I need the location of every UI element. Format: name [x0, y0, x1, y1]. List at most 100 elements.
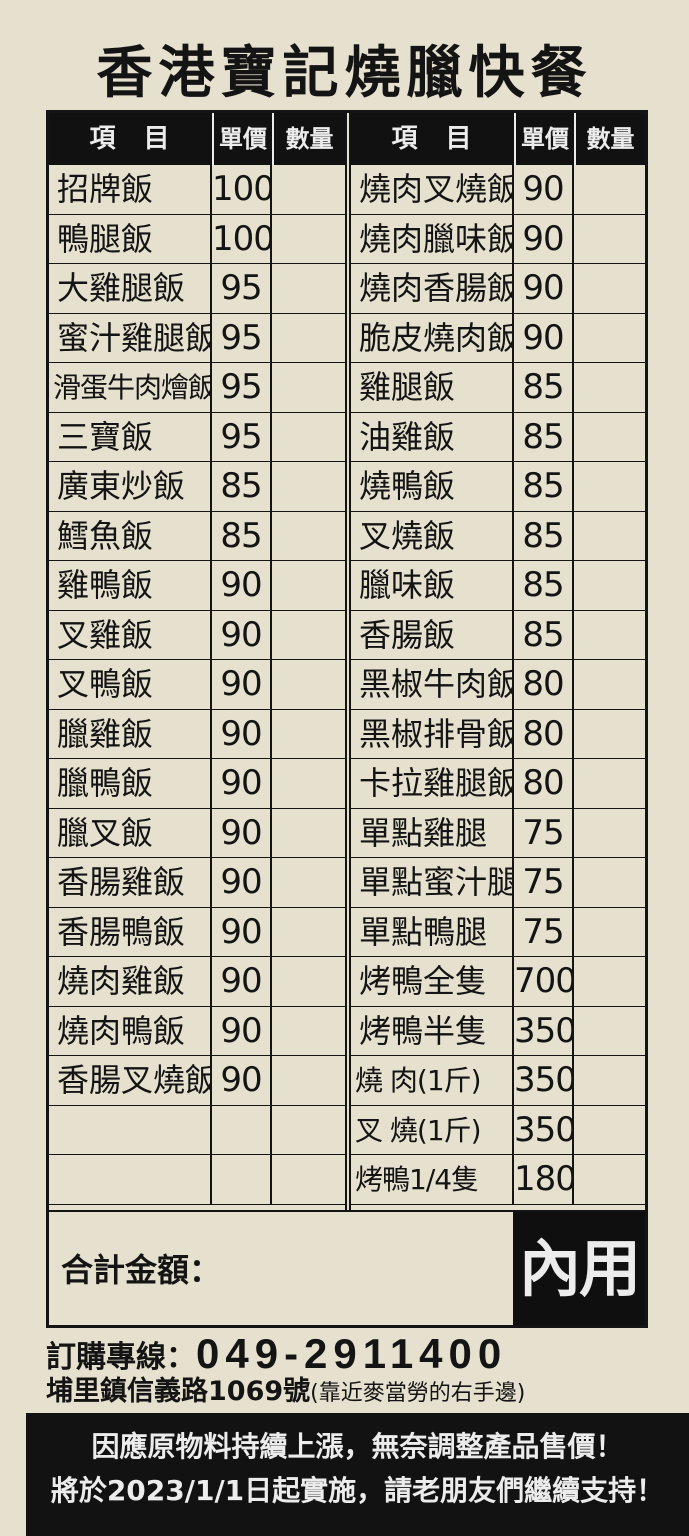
menu-row: 烤鴨全隻 700 [351, 957, 645, 1007]
menu-row: 烤鴨1/4隻 180 [351, 1155, 645, 1205]
quantity-cell[interactable] [574, 809, 645, 858]
menu-item-price: 100 [212, 165, 272, 214]
menu-item-name: 黑椒牛肉飯 [351, 660, 514, 709]
quantity-cell[interactable] [272, 660, 345, 709]
quantity-cell[interactable] [272, 858, 345, 907]
menu-row: 叉燒飯 85 [351, 511, 645, 561]
quantity-cell[interactable] [574, 957, 645, 1006]
quantity-cell[interactable] [574, 264, 645, 313]
phone-number: 049-2911400 [196, 1330, 508, 1377]
menu-item-name: 叉雞飯 [49, 610, 212, 659]
menu-item-price: 90 [212, 660, 272, 709]
menu-row: 叉 燒(1斤) 350 [351, 1105, 645, 1155]
total-section: 合計金額： 內用 [49, 1210, 645, 1325]
quantity-cell[interactable] [574, 413, 645, 462]
menu-item-name: 招牌飯 [49, 165, 212, 214]
menu-item-name: 大雞腿飯 [49, 264, 212, 313]
quantity-cell[interactable] [272, 809, 345, 858]
menu-row: 蜜汁雞腿飯 95 [49, 313, 345, 363]
quantity-cell[interactable] [574, 1056, 645, 1105]
menu-item-name: 香腸叉燒飯 [49, 1056, 212, 1105]
menu-row: 香腸雞飯 90 [49, 858, 345, 908]
quantity-cell[interactable] [272, 363, 345, 412]
menu-row [49, 1155, 345, 1205]
menu-row: 叉雞飯 90 [49, 610, 345, 660]
quantity-cell[interactable] [574, 1007, 645, 1056]
menu-row: 燒 肉(1斤) 350 [351, 1056, 645, 1106]
menu-item-name: 燒肉叉燒飯 [351, 165, 514, 214]
quantity-cell[interactable] [272, 957, 345, 1006]
quantity-cell[interactable] [272, 512, 345, 561]
menu-item-name [49, 1155, 212, 1204]
menu-row: 油雞飯 85 [351, 412, 645, 462]
quantity-cell[interactable] [272, 314, 345, 363]
menu-item-name: 雞腿飯 [351, 363, 514, 412]
quantity-cell[interactable] [574, 462, 645, 511]
menu-item-price: 90 [212, 610, 272, 659]
quantity-cell[interactable] [574, 759, 645, 808]
quantity-cell[interactable] [272, 611, 345, 660]
quantity-cell[interactable] [272, 710, 345, 759]
quantity-cell[interactable] [272, 1106, 345, 1155]
quantity-cell[interactable] [574, 858, 645, 907]
price-notice-banner: 因應原物料持續上漲，無奈調整產品售價！ 將於2023/1/1日起實施，請老朋友們… [26, 1413, 689, 1536]
quantity-cell[interactable] [574, 710, 645, 759]
quantity-cell[interactable] [574, 1155, 645, 1204]
menu-item-name: 單點雞腿 [351, 808, 514, 857]
menu-item-name: 臘鴨飯 [49, 759, 212, 808]
menu-item-price: 85 [212, 511, 272, 560]
menu-item-name: 烤鴨1/4隻 [351, 1155, 514, 1204]
quantity-cell[interactable] [574, 215, 645, 264]
menu-item-name: 鱈魚飯 [49, 511, 212, 560]
quantity-cell[interactable] [272, 1056, 345, 1105]
quantity-cell[interactable] [272, 759, 345, 808]
menu-item-price: 80 [514, 709, 574, 758]
menu-item-name: 燒 肉(1斤) [351, 1056, 514, 1105]
quantity-cell[interactable] [272, 215, 345, 264]
menu-item-price: 85 [514, 511, 574, 560]
menu-row: 卡拉雞腿飯 80 [351, 759, 645, 809]
menu-row: 燒鴨飯 85 [351, 462, 645, 512]
menu-row: 香腸鴨飯 90 [49, 907, 345, 957]
menu-item-name: 燒肉香腸飯 [351, 264, 514, 313]
quantity-cell[interactable] [272, 1007, 345, 1056]
menu-item-price: 90 [514, 264, 574, 313]
menu-row: 燒肉香腸飯 90 [351, 264, 645, 314]
quantity-cell[interactable] [574, 1106, 645, 1155]
menu-row: 廣東炒飯 85 [49, 462, 345, 512]
quantity-cell[interactable] [574, 611, 645, 660]
menu-row: 大雞腿飯 95 [49, 264, 345, 314]
quantity-cell[interactable] [574, 314, 645, 363]
quantity-cell[interactable] [574, 363, 645, 412]
quantity-cell[interactable] [574, 165, 645, 214]
menu-item-price: 85 [514, 610, 574, 659]
dine-in-badge: 內用 [513, 1212, 645, 1325]
menu-item-name: 臘叉飯 [49, 808, 212, 857]
address-note: (靠近麥當勞的右手邊) [310, 1381, 526, 1406]
menu-column-right: 項目 單價 數量 燒肉叉燒飯 90 燒肉臘味飯 90 燒肉香腸飯 90 脆皮燒肉飯 90 雞腿飯… [349, 113, 645, 1210]
header-item: 項目 [89, 124, 198, 154]
quantity-cell[interactable] [574, 512, 645, 561]
quantity-cell[interactable] [574, 660, 645, 709]
quantity-cell[interactable] [272, 264, 345, 313]
menu-item-name: 燒肉雞飯 [49, 957, 212, 1006]
quantity-cell[interactable] [272, 561, 345, 610]
menu-item-name: 香腸飯 [351, 610, 514, 659]
quantity-cell[interactable] [272, 1155, 345, 1204]
notice-line-2: 將於2023/1/1日起實施，請老朋友們繼續支持！ [50, 1474, 665, 1507]
menu-row: 單點蜜汁腿 75 [351, 858, 645, 908]
menu-item-name: 叉鴨飯 [49, 660, 212, 709]
quantity-cell[interactable] [272, 462, 345, 511]
quantity-cell[interactable] [272, 165, 345, 214]
menu-item-name: 叉燒飯 [351, 511, 514, 560]
header-price: 單價 [212, 113, 272, 165]
menu-column-left: 項目 單價 數量 招牌飯 100 鴨腿飯 100 大雞腿飯 95 蜜汁雞腿飯 95 滑蛋牛肉燴飯… [49, 113, 347, 1210]
menu-item-name: 燒肉鴨飯 [49, 1006, 212, 1055]
quantity-cell[interactable] [574, 561, 645, 610]
quantity-cell[interactable] [272, 413, 345, 462]
menu-item-name: 臘味飯 [351, 561, 514, 610]
quantity-cell[interactable] [272, 908, 345, 957]
menu-item-price: 90 [514, 165, 574, 214]
menu-item-name: 鴨腿飯 [49, 214, 212, 263]
quantity-cell[interactable] [574, 908, 645, 957]
